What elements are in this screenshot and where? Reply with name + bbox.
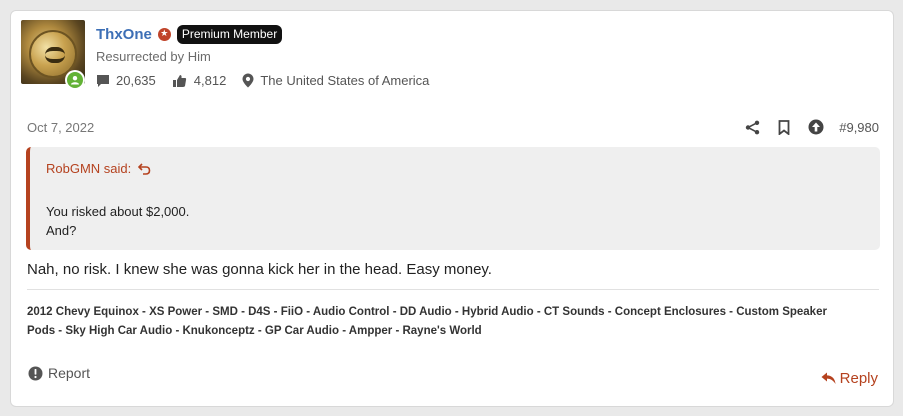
user-title: Resurrected by Him	[96, 49, 211, 64]
return-arrow-icon[interactable]	[138, 162, 151, 175]
coin-mark	[45, 47, 65, 63]
username-link[interactable]: ThxOne	[96, 26, 152, 43]
quote-author-link[interactable]: RobGMN said:	[46, 161, 131, 176]
reply-button[interactable]: Reply	[821, 370, 878, 387]
user-stats: 20,635 4,812 The United States of Americ…	[96, 73, 429, 88]
quote-header: RobGMN said:	[46, 161, 151, 176]
reply-arrow-icon	[821, 372, 836, 384]
username-row: ThxOne ★ Premium Member	[96, 23, 283, 45]
signature-line: 2012 Chevy Equinox - XS Power - SMD - D4…	[27, 306, 827, 318]
speech-bubble-icon	[97, 74, 109, 87]
post-body-text: Nah, no risk. I knew she was gonna kick …	[27, 261, 492, 278]
bookmark-icon	[778, 119, 790, 135]
reaction-count: 4,812	[193, 73, 227, 88]
user-icon	[71, 76, 79, 85]
avatar-container[interactable]	[21, 20, 85, 90]
share-button[interactable]	[743, 117, 761, 137]
signature-line: Pods - Sky High Car Audio - Knukonceptz …	[27, 325, 482, 337]
report-label: Report	[48, 365, 91, 381]
post-date[interactable]: Oct 7, 2022	[27, 120, 94, 135]
reply-label: Reply	[839, 370, 878, 387]
quote-block: RobGMN said: You risked about $2,000. An…	[26, 147, 880, 250]
quote-line: You risked about $2,000.	[46, 204, 190, 219]
message-count: 20,635	[116, 73, 156, 88]
post-actions: #9,980	[743, 117, 879, 137]
quote-line: And?	[46, 223, 77, 238]
signature: 2012 Chevy Equinox - XS Power - SMD - D4…	[27, 303, 879, 341]
share-icon	[745, 120, 759, 134]
online-status-icon	[65, 70, 85, 90]
report-button[interactable]: Report	[28, 365, 90, 381]
thumbs-icon	[172, 74, 186, 87]
map-pin-icon	[242, 73, 254, 88]
star-badge-icon: ★	[157, 27, 171, 41]
member-badge: Premium Member	[176, 24, 283, 44]
exclamation-circle-icon	[28, 366, 43, 380]
user-location: The United States of America	[260, 73, 430, 88]
post-number-link[interactable]: #9,980	[839, 120, 879, 135]
arrow-up-circle-icon	[808, 119, 824, 135]
bookmark-button[interactable]	[775, 117, 793, 137]
upvote-button[interactable]	[807, 117, 825, 137]
signature-divider	[27, 289, 879, 290]
forum-post: ThxOne ★ Premium Member Resurrected by H…	[10, 10, 894, 407]
